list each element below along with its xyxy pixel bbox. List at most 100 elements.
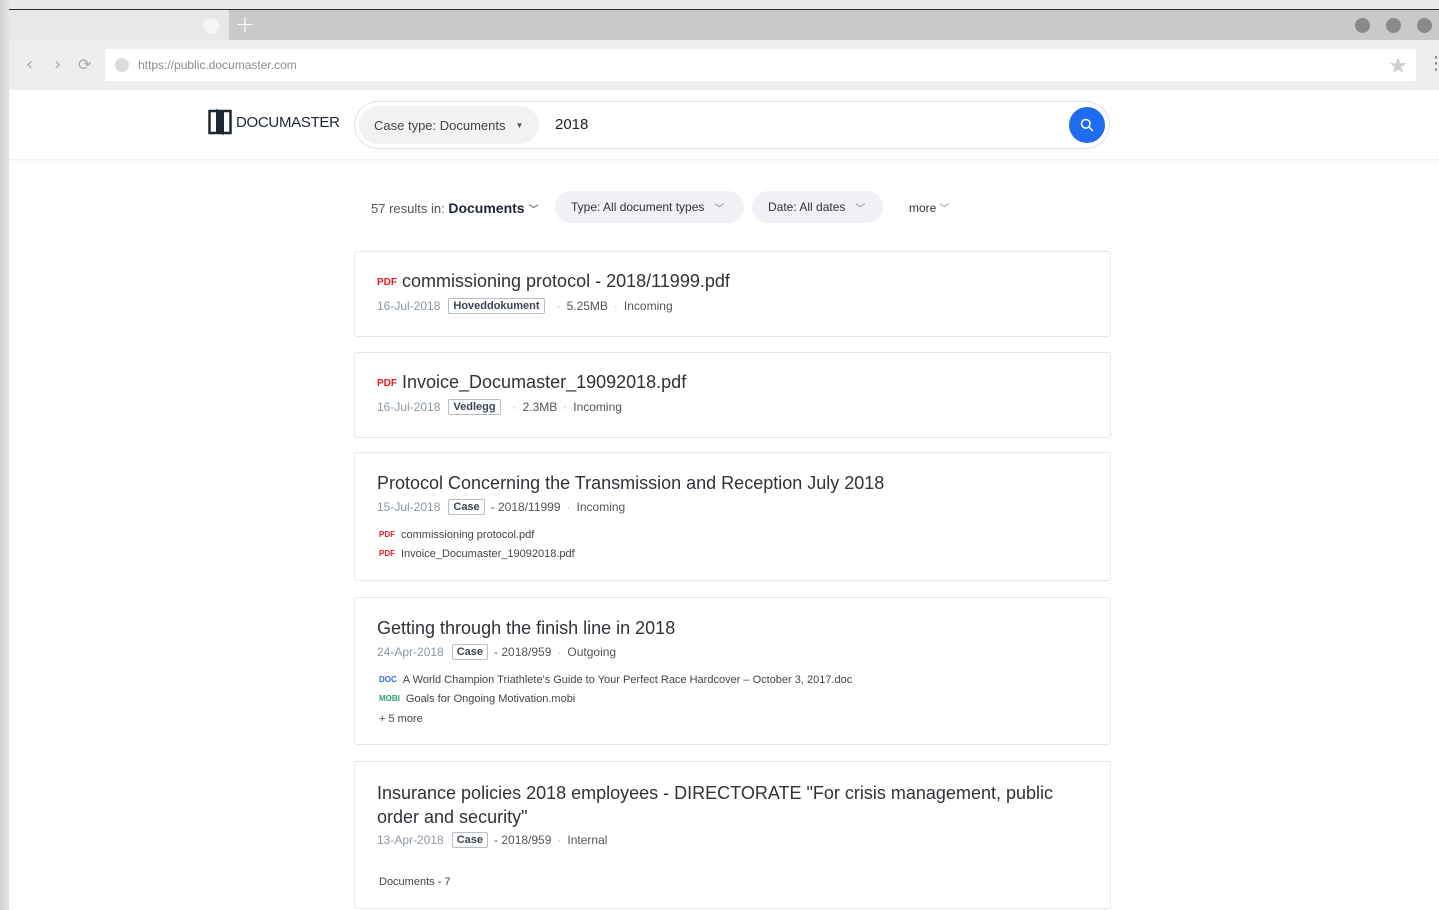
attachment-name: A World Champion Triathlete's Guide to Y… [402,674,853,686]
result-badge: Vedlegg [448,399,501,415]
separator-dot: · [613,299,618,313]
more-attachments-link[interactable]: + 5 more [379,713,423,725]
window-control-icon[interactable] [1417,18,1432,33]
type-filter-chip[interactable]: Type: All document types ﹀ [555,191,744,223]
result-direction: Incoming [623,299,673,313]
result-meta: 16-Jul-2018 Hoveddokument · 5.25MB · Inc… [377,298,673,314]
result-card[interactable]: Insurance policies 2018 employees - DIRE… [354,761,1111,909]
browser-window: + ‹ › ⟳ https://public.documaster.com ★ … [9,9,1439,910]
attachment-name: Invoice_Documaster_19092018.pdf [401,548,575,560]
chevron-down-icon: ﹀ [528,205,539,216]
site-info-icon[interactable] [115,58,129,72]
results-prefix: 57 results in: [371,201,445,216]
tab-favicon [203,18,219,34]
case-type-dropdown[interactable]: Case type: Documents ▼ [359,106,539,144]
result-case-number: - 2018/959 [494,645,552,659]
result-badge: Hoveddokument [448,298,545,314]
logo[interactable]: DOCUMASTER [208,107,340,137]
address-bar: ‹ › ⟳ https://public.documaster.com ★ ⋮ [9,40,1439,90]
search-icon [1080,118,1094,132]
separator-dot: · [512,400,517,414]
more-label: more [909,201,937,215]
result-title-text: Invoice_Documaster_19092018.pdf [402,372,687,392]
case-type-label: Case type: Documents [374,117,506,133]
separator-dot: · [557,833,562,847]
result-date: 16-Jul-2018 [377,299,441,313]
separator-dot: · [557,645,562,659]
logo-mark-icon [208,109,232,135]
documents-count-link[interactable]: Documents - 7 [379,876,451,888]
chevron-down-icon: ﹀ [855,203,866,215]
result-title[interactable]: Protocol Concerning the Transmission and… [377,473,884,494]
pdf-file-type: PDF [377,277,397,288]
results-count: 57 results in: Documents ﹀ [371,200,539,216]
search-button[interactable] [1069,107,1105,143]
result-badge: Case [451,644,489,660]
scope-label: Documents [448,200,525,216]
url-text: https://public.documaster.com [138,58,297,72]
result-date: 13-Apr-2018 [377,833,444,847]
window-control-icon[interactable] [1386,18,1401,33]
result-case-number: - 2018/959 [494,833,552,847]
more-filters-button[interactable]: more ﹀ [909,200,949,215]
attachment-link[interactable]: PDF commissioning protocol.pdf [379,529,534,541]
result-title[interactable]: Getting through the finish line in 2018 [377,618,675,639]
result-date: 16-Jul-2018 [377,400,441,414]
date-filter-label: Date: All dates [768,200,846,214]
result-size: 5.25MB [566,299,608,313]
search-input[interactable]: 2018 [555,116,588,133]
result-direction: Incoming [573,400,622,414]
reload-icon[interactable]: ⟳ [78,56,91,74]
attachment-link[interactable]: PDF Invoice_Documaster_19092018.pdf [379,548,575,560]
window-control-icon[interactable] [1355,18,1370,33]
chevron-down-icon: ﹀ [714,203,725,215]
back-icon[interactable]: ‹ [26,56,33,74]
result-card[interactable]: PDF Invoice_Documaster_19092018.pdf 16-Ju… [354,352,1111,438]
attachment-name: Goals for Ongoing Motivation.mobi [405,693,576,705]
result-direction: Outgoing [567,645,617,659]
result-title-text: commissioning protocol - 2018/11999.pdf [402,271,730,291]
result-title[interactable]: PDF commissioning protocol - 2018/11999.p… [377,271,730,292]
result-title[interactable]: PDF Invoice_Documaster_19092018.pdf [377,372,686,393]
pdf-file-type: PDF [379,530,395,539]
search-bar: Case type: Documents ▼ 2018 [354,101,1110,149]
doc-file-type: DOC [379,675,397,684]
tab-strip: + [9,10,1439,40]
result-case-number: - 2018/11999 [490,500,561,514]
attachment-link[interactable]: DOC A World Champion Triathlete's Guide t… [379,674,852,686]
caret-down-icon: ▼ [515,120,524,130]
pdf-file-type: PDF [379,549,395,558]
logo-text: DOCUMASTER [236,113,340,131]
result-meta: 15-Jul-2018 Case - 2018/11999 · Incoming [377,499,625,515]
result-date: 24-Apr-2018 [377,645,444,659]
mobi-file-type: MOBI [379,694,400,703]
date-filter-chip[interactable]: Date: All dates ﹀ [752,191,883,223]
bookmark-star-icon[interactable]: ★ [1388,54,1408,79]
result-card[interactable]: PDF commissioning protocol - 2018/11999.p… [354,251,1111,337]
result-card[interactable]: Getting through the finish line in 2018 … [354,597,1111,745]
result-direction: Internal [567,833,608,847]
result-meta: 13-Apr-2018 Case - 2018/959 · Internal [377,832,607,848]
type-filter-label: Type: All document types [571,200,705,214]
result-direction: Incoming [576,500,626,514]
attachment-name: commissioning protocol.pdf [401,529,535,541]
result-meta: 16-Jul-2018 Vedlegg · 2.3MB · Incoming [377,399,622,415]
app-header: DOCUMASTER Case type: Documents ▼ 2018 [9,90,1439,160]
result-badge: Case [451,832,489,848]
result-date: 15-Jul-2018 [377,500,441,514]
scope-dropdown[interactable]: Documents ﹀ [448,200,538,216]
separator-dot: · [563,400,568,414]
separator-dot: · [566,500,571,514]
active-tab[interactable] [9,10,229,40]
forward-icon[interactable]: › [54,56,61,74]
result-card[interactable]: Protocol Concerning the Transmission and… [354,452,1111,581]
url-input[interactable]: https://public.documaster.com ★ [105,49,1416,81]
result-title[interactable]: Insurance policies 2018 employees - DIRE… [377,781,1067,829]
plus-icon[interactable]: + [235,12,257,36]
pdf-file-type: PDF [377,378,397,389]
chevron-down-icon: ﹀ [939,204,950,215]
result-meta: 24-Apr-2018 Case - 2018/959 · Outgoing [377,644,616,660]
attachment-link[interactable]: MOBI Goals for Ongoing Motivation.mobi [379,693,575,705]
browser-menu-icon[interactable]: ⋮ [1427,54,1439,74]
separator-dot: · [556,299,561,313]
